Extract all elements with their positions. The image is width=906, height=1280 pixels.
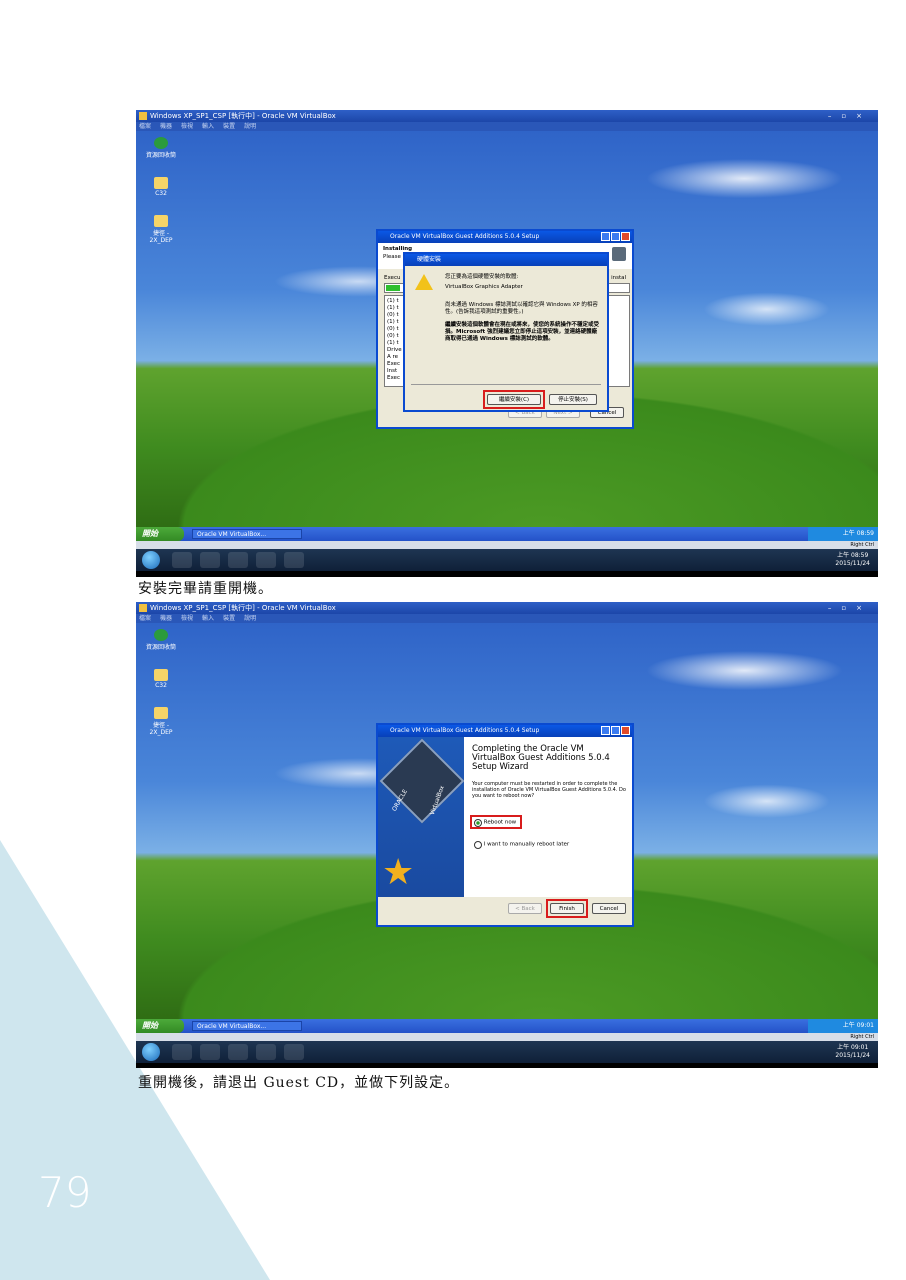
menu-file[interactable]: 檔案 [139, 615, 151, 622]
highlight-reboot-now [470, 815, 522, 829]
xp-start-button[interactable]: 開始 [136, 527, 184, 541]
win7-taskbar: 上午 08:59 2015/11/24 [136, 549, 878, 571]
screenshot-install-warning: Windows XP_SP1_CSP [執行中] - Oracle VM Vir… [136, 110, 878, 577]
highlight-finish [546, 899, 588, 918]
install-fragment: instal [611, 275, 626, 281]
win7-taskbar: 上午 09:01 2015/11/24 [136, 1041, 878, 1063]
media-icon[interactable] [228, 1044, 248, 1060]
virtualbox-taskbar-icon[interactable] [284, 1044, 304, 1060]
explorer-icon[interactable] [200, 1044, 220, 1060]
divider [411, 384, 601, 385]
cancel-button[interactable]: Cancel [592, 903, 626, 914]
wizard-content: Completing the Oracle VM VirtualBox Gues… [464, 737, 632, 897]
xp-taskbar: 開始 Oracle VM VirtualBox... 上午 09:01 [136, 1019, 878, 1033]
vbox-icon [139, 604, 147, 612]
menu-input[interactable]: 輸入 [202, 615, 214, 622]
screenshot-setup-complete: Windows XP_SP1_CSP [執行中] - Oracle VM Vir… [136, 602, 878, 1068]
virtualbox-taskbar-icon[interactable] [284, 552, 304, 568]
completing-heading: Completing the Oracle VM VirtualBox Gues… [472, 744, 610, 772]
win7-clock: 上午 08:59 2015/11/24 [835, 552, 870, 567]
xp-clock: 上午 09:01 [808, 1019, 878, 1033]
vbox-status-bar: Right Ctrl [136, 1033, 878, 1041]
hw-line2: 尚未通過 Windows 標誌測試以確認它與 Windows XP 的相容性。(… [445, 302, 598, 315]
menu-file[interactable]: 檔案 [139, 123, 151, 130]
hw-device: VirtualBox Graphics Adapter [445, 284, 523, 290]
vbox-title-bar: Windows XP_SP1_CSP [執行中] - Oracle VM Vir… [136, 110, 878, 122]
virtualbox-cube-logo [379, 738, 465, 824]
xp-desktop: 資源回收筒 C32 捷徑 - 2X_DEP Oracle VM VirtualB… [136, 623, 878, 1019]
xp-desktop: 資源回收筒 C32 捷徑 - 2X_DEP Oracle VM VirtualB… [136, 131, 878, 527]
menu-help[interactable]: 說明 [244, 123, 256, 130]
hw-dialog-title: 硬體安裝 [405, 254, 607, 266]
vbox-cube-icon [612, 247, 626, 261]
xp-taskbar: 開始 Oracle VM VirtualBox... 上午 08:59 [136, 527, 878, 541]
back-button[interactable]: < Back [508, 903, 542, 914]
xp-task-button[interactable]: Oracle VM VirtualBox... [192, 1021, 302, 1031]
app-icon[interactable] [256, 1044, 276, 1060]
folder-icon[interactable]: C32 [146, 669, 176, 689]
menu-machine[interactable]: 機器 [160, 123, 172, 130]
vbox-title-bar: Windows XP_SP1_CSP [執行中] - Oracle VM Vir… [136, 602, 878, 614]
ie-icon[interactable] [172, 1044, 192, 1060]
menu-input[interactable]: 輸入 [202, 123, 214, 130]
reboot-message: Your computer must be restarted in order… [472, 781, 626, 799]
media-icon[interactable] [228, 552, 248, 568]
menu-view[interactable]: 檢視 [181, 123, 193, 130]
hardware-install-dialog: 硬體安裝 您正要為這個硬體安裝的軟體: VirtualBox Graphics … [403, 252, 609, 412]
window-controls[interactable]: –▫× [828, 110, 872, 122]
xp-start-button[interactable]: 開始 [136, 1019, 184, 1033]
vbox-status-bar: Right Ctrl [136, 541, 878, 549]
setup-dialog-title: Oracle VM VirtualBox Guest Additions 5.0… [378, 231, 632, 243]
folder-icon[interactable]: C32 [146, 177, 176, 197]
hw-line3: 繼續安裝這個軟體會在現在或將來，使您的系統操作不穩定或受損。Microsoft … [445, 322, 600, 342]
please-label: Please [383, 254, 401, 260]
menu-machine[interactable]: 機器 [160, 615, 172, 622]
warning-icon [415, 274, 433, 290]
shortcut-icon[interactable]: 捷徑 - 2X_DEP [146, 707, 176, 736]
shortcut-icon[interactable]: 捷徑 - 2X_DEP [146, 215, 176, 244]
explorer-icon[interactable] [200, 552, 220, 568]
vbox-icon [139, 112, 147, 120]
page-number: 79 [38, 1168, 92, 1217]
stop-install-button[interactable]: 停止安裝(S) [549, 394, 597, 405]
star-icon: ★ [382, 852, 415, 893]
menu-devices[interactable]: 裝置 [223, 615, 235, 622]
finish-setup-dialog: Oracle VM VirtualBox Guest Additions 5.0… [376, 723, 634, 927]
menu-devices[interactable]: 裝置 [223, 123, 235, 130]
recycle-bin-icon[interactable]: 資源回收筒 [146, 629, 176, 651]
menu-view[interactable]: 檢視 [181, 615, 193, 622]
win7-start-orb[interactable] [142, 1043, 160, 1061]
recycle-bin-icon[interactable]: 資源回收筒 [146, 137, 176, 159]
wizard-side-banner: ORACLE VirtualBox ★ [378, 737, 465, 897]
xp-task-button[interactable]: Oracle VM VirtualBox... [192, 529, 302, 539]
win7-clock: 上午 09:01 2015/11/24 [835, 1044, 870, 1059]
vbox-menu-bar: 檔案 機器 檢視 輸入 裝置 說明 [136, 614, 878, 623]
radio-unchecked-icon[interactable] [474, 841, 482, 849]
xp-clock: 上午 08:59 [808, 527, 878, 541]
window-controls[interactable]: –▫× [828, 602, 872, 614]
vbox-menu-bar: 檔案 機器 檢視 輸入 裝置 說明 [136, 122, 878, 131]
caption-after-reboot: 重開機後，請退出 Guest CD，並做下列設定。 [138, 1075, 460, 1091]
hw-line1: 您正要為這個硬體安裝的軟體: [445, 274, 519, 280]
app-icon[interactable] [256, 552, 276, 568]
ie-icon[interactable] [172, 552, 192, 568]
exec-label: Execu [384, 275, 401, 281]
vbox-title: Windows XP_SP1_CSP [執行中] - Oracle VM Vir… [150, 112, 336, 120]
highlight-continue [483, 390, 545, 409]
vbox-title: Windows XP_SP1_CSP [執行中] - Oracle VM Vir… [150, 604, 336, 612]
win7-start-orb[interactable] [142, 551, 160, 569]
caption-reboot: 安裝完畢請重開機。 [138, 581, 273, 597]
menu-help[interactable]: 說明 [244, 615, 256, 622]
reboot-later-option[interactable]: I want to manually reboot later [474, 841, 569, 850]
setup-dialog-title: Oracle VM VirtualBox Guest Additions 5.0… [378, 725, 632, 737]
